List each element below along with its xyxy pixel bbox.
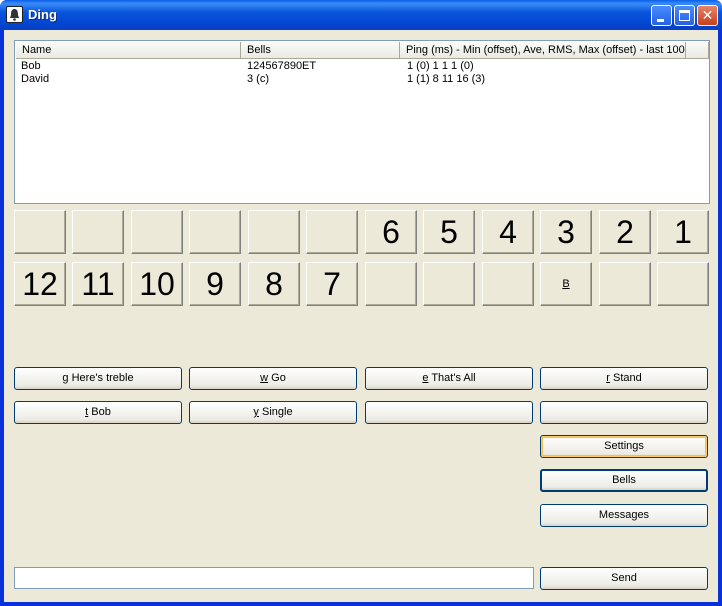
messages-label: Messages	[598, 509, 650, 521]
single-button[interactable]: y Single	[189, 401, 357, 424]
bell-button-7[interactable]: 7	[306, 262, 358, 306]
column-header-empty	[686, 42, 709, 59]
bell-button[interactable]	[365, 262, 417, 306]
column-header-name[interactable]: Name	[16, 42, 241, 59]
list-header: Name Bells Ping (ms) - Min (offset), Ave…	[16, 42, 709, 59]
bob-button[interactable]: t Bob	[14, 401, 182, 424]
bell-button-4[interactable]: 4	[482, 210, 534, 254]
players-list[interactable]: Name Bells Ping (ms) - Min (offset), Ave…	[14, 40, 710, 204]
client-area: Name Bells Ping (ms) - Min (offset), Ave…	[4, 30, 718, 602]
bell-button[interactable]	[131, 210, 183, 254]
single-label: Single	[258, 406, 293, 418]
heres-treble-label: Here's treble	[68, 372, 134, 384]
player-name: Bob	[21, 60, 41, 72]
player-name: David	[21, 73, 50, 85]
player-bells: 124567890ET	[247, 60, 317, 72]
bell-button-3[interactable]: 3	[540, 210, 592, 254]
close-button[interactable]: ✕	[697, 5, 718, 26]
minimize-icon	[657, 19, 664, 22]
bell-button[interactable]	[423, 262, 475, 306]
bell-button[interactable]	[189, 210, 241, 254]
list-item[interactable]: David 3 (c) 1 (1) 8 11 16 (3)	[21, 73, 697, 86]
settings-button[interactable]: Settings	[540, 435, 708, 458]
bell-button-12[interactable]: 12	[14, 262, 66, 306]
window-title: Ding	[28, 7, 57, 22]
send-label: Send	[611, 572, 637, 584]
empty-call-button[interactable]	[540, 401, 708, 424]
bell-button[interactable]	[14, 210, 66, 254]
bell-b-label: B	[562, 278, 570, 290]
minimize-button[interactable]	[651, 5, 672, 26]
bell-button-1[interactable]: 1	[657, 210, 709, 254]
bell-button-8[interactable]: 8	[248, 262, 300, 306]
bell-button-2[interactable]: 2	[599, 210, 651, 254]
player-ping: 1 (0) 1 1 1 (0)	[407, 60, 474, 72]
list-rows: Bob 124567890ET 1 (0) 1 1 1 (0) David 3 …	[21, 60, 697, 86]
stand-button[interactable]: r Stand	[540, 367, 708, 390]
thats-all-label: That's All	[428, 372, 476, 384]
bell-button[interactable]	[248, 210, 300, 254]
bell-button-9[interactable]: 9	[189, 262, 241, 306]
go-accel: w	[260, 372, 269, 384]
messages-button[interactable]: Messages	[540, 504, 708, 527]
player-ping: 1 (1) 8 11 16 (3)	[407, 73, 486, 85]
bell-button[interactable]	[599, 262, 651, 306]
bob-label: Bob	[88, 406, 111, 418]
bell-button-6[interactable]: 6	[365, 210, 417, 254]
bell-button[interactable]	[482, 262, 534, 306]
bell-button[interactable]	[657, 262, 709, 306]
bell-button-11[interactable]: 11	[72, 262, 124, 306]
close-icon: ✕	[701, 7, 714, 23]
heres-treble-button[interactable]: g Here's treble	[14, 367, 182, 390]
message-input[interactable]	[14, 567, 534, 589]
bell-app-icon	[6, 6, 23, 23]
maximize-button[interactable]	[674, 5, 695, 26]
bell-button-10[interactable]: 10	[131, 262, 183, 306]
settings-label: Settings	[604, 440, 644, 452]
bell-button[interactable]	[72, 210, 124, 254]
empty-call-button[interactable]	[365, 401, 533, 424]
go-button[interactable]: w Go	[189, 367, 357, 390]
bells-button[interactable]: Bells	[540, 469, 708, 492]
send-button[interactable]: Send	[540, 567, 708, 590]
column-header-bells[interactable]: Bells	[241, 42, 400, 59]
bells-label: Bells	[612, 474, 636, 486]
bell-button-b[interactable]: B	[540, 262, 592, 306]
stand-label: Stand	[609, 372, 642, 384]
app-window: Ding ✕ Name Bells Ping (ms) - Min (offse…	[0, 0, 722, 606]
title-bar[interactable]: Ding ✕	[0, 0, 722, 30]
column-header-ping[interactable]: Ping (ms) - Min (offset), Ave, RMS, Max …	[400, 42, 686, 59]
list-item[interactable]: Bob 124567890ET 1 (0) 1 1 1 (0)	[21, 60, 697, 73]
go-label: Go	[268, 372, 286, 384]
bell-button-5[interactable]: 5	[423, 210, 475, 254]
maximize-icon	[679, 10, 690, 21]
player-bells: 3 (c)	[247, 73, 269, 85]
thats-all-button[interactable]: e That's All	[365, 367, 533, 390]
bell-button[interactable]	[306, 210, 358, 254]
